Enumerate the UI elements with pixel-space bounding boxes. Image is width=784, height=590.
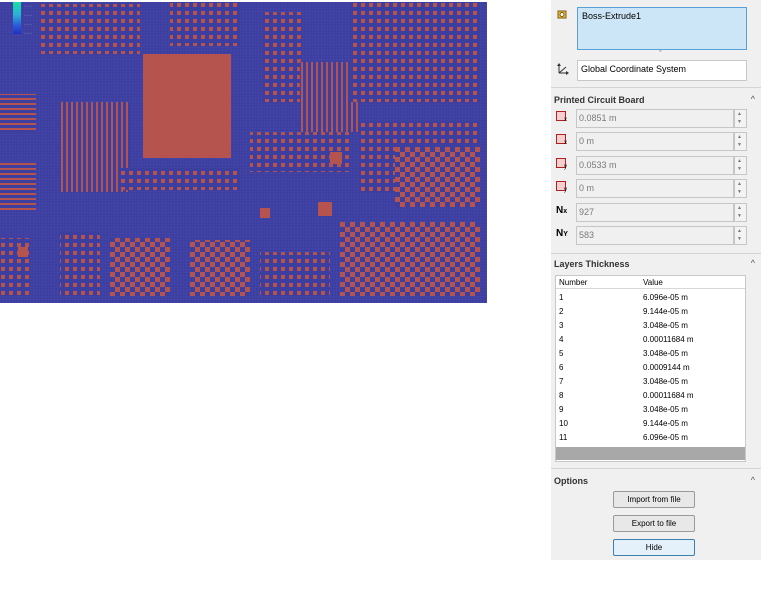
table-row[interactable]: 8 0.00011684 m xyxy=(556,389,745,403)
pcb-field-view[interactable]: ····· ····· ····· ····· xyxy=(0,2,487,303)
pcb-section-title: Printed Circuit Board xyxy=(554,95,645,105)
table-footer-bar xyxy=(556,447,745,460)
length-x-field[interactable]: 0.0851 m xyxy=(576,109,734,128)
collapse-pcb-section-icon[interactable]: ^ xyxy=(751,94,755,104)
length-y-icon: y xyxy=(555,157,567,170)
section-divider xyxy=(551,253,761,254)
layer-thickness: 9.144e-05 m xyxy=(643,419,688,428)
table-row[interactable]: 11 6.096e-05 m xyxy=(556,431,745,445)
export-to-file-button[interactable]: Export to file xyxy=(613,515,695,532)
layer-number: 7 xyxy=(559,377,564,386)
table-row[interactable]: 7 3.048e-05 m xyxy=(556,375,745,389)
nx-spinner[interactable]: ▲ ▼ xyxy=(734,203,747,222)
legend-label: ····· xyxy=(24,31,33,37)
length-y-value: 0.0533 m xyxy=(579,160,617,170)
ny-field[interactable]: 583 xyxy=(576,226,734,245)
layer-thickness: 6.096e-05 m xyxy=(643,293,688,302)
offset-x-spinner[interactable]: ▲ ▼ xyxy=(734,132,747,151)
hide-button[interactable]: Hide xyxy=(613,539,695,556)
collapse-layers-section-icon[interactable]: ^ xyxy=(751,258,755,268)
layer-thickness: 3.048e-05 m xyxy=(643,321,688,330)
table-row[interactable]: 4 0.00011684 m xyxy=(556,333,745,347)
table-row[interactable]: 2 9.144e-05 m xyxy=(556,305,745,319)
layer-number: 3 xyxy=(559,321,564,330)
offset-y-spinner[interactable]: ▲ ▼ xyxy=(734,179,747,198)
layer-thickness: 3.048e-05 m xyxy=(643,349,688,358)
offset-y-value: 0 m xyxy=(579,183,595,193)
coordinate-system-value: Global Coordinate System xyxy=(581,64,687,74)
section-divider xyxy=(551,468,761,469)
nx-label: Nx xyxy=(556,205,568,216)
length-y-field[interactable]: 0.0533 m xyxy=(576,156,734,175)
table-header: Number Value xyxy=(556,276,745,289)
layer-number: 6 xyxy=(559,363,564,372)
layer-thickness: 3.048e-05 m xyxy=(643,405,688,414)
layer-thickness: 9.144e-05 m xyxy=(643,307,688,316)
offset-x-icon: x xyxy=(555,133,567,146)
color-legend-bar xyxy=(13,2,21,34)
length-y-spinner[interactable]: ▲ ▼ xyxy=(734,156,747,175)
layer-number: 2 xyxy=(559,307,564,316)
selection-box[interactable]: Boss-Extrude1 xyxy=(577,7,747,50)
options-section-title: Options xyxy=(554,476,588,486)
layer-number: 11 xyxy=(559,433,568,442)
layer-number: 8 xyxy=(559,391,564,400)
table-row[interactable]: 10 9.144e-05 m xyxy=(556,417,745,431)
selected-feature: Boss-Extrude1 xyxy=(582,11,642,21)
layer-number: 4 xyxy=(559,335,564,344)
offset-x-value: 0 m xyxy=(579,136,595,146)
offset-x-field[interactable]: 0 m xyxy=(576,132,734,151)
length-x-spinner[interactable]: ▲ ▼ xyxy=(734,109,747,128)
nx-field[interactable]: 927 xyxy=(576,203,734,222)
layer-number: 1 xyxy=(559,293,564,302)
coordinate-system-field[interactable]: Global Coordinate System xyxy=(577,60,747,81)
layer-thickness: 0.00011684 m xyxy=(643,391,694,400)
layer-number: 9 xyxy=(559,405,564,414)
table-row[interactable]: 6 0.0009144 m xyxy=(556,361,745,375)
layers-table[interactable]: Number Value 1 6.096e-05 m 2 9.144e-05 m 3… xyxy=(555,275,746,462)
resize-handle[interactable]: ◦ xyxy=(659,48,661,55)
layer-thickness: 3.048e-05 m xyxy=(643,377,688,386)
ny-spinner[interactable]: ▲ ▼ xyxy=(734,226,747,245)
feature-icon xyxy=(556,8,569,24)
legend-label: ····· xyxy=(24,4,33,10)
column-header-number[interactable]: Number xyxy=(559,278,587,287)
layers-section-title: Layers Thickness xyxy=(554,259,630,269)
layer-thickness: 0.0009144 m xyxy=(643,363,690,372)
nx-value: 927 xyxy=(579,207,595,217)
layer-number: 5 xyxy=(559,349,564,358)
table-row[interactable]: 3 3.048e-05 m xyxy=(556,319,745,333)
table-row[interactable]: 1 6.096e-05 m xyxy=(556,291,745,305)
length-x-value: 0.0851 m xyxy=(579,113,617,123)
collapse-options-section-icon[interactable]: ^ xyxy=(751,475,755,485)
layer-thickness: 6.096e-05 m xyxy=(643,433,688,442)
layer-thickness: 0.00011684 m xyxy=(643,335,694,344)
layer-number: 10 xyxy=(559,419,568,428)
table-row[interactable]: 9 3.048e-05 m xyxy=(556,403,745,417)
legend-label: ····· xyxy=(24,13,33,19)
length-x-icon: x xyxy=(555,110,567,123)
import-from-file-button[interactable]: Import from file xyxy=(613,491,695,508)
legend-label: ····· xyxy=(24,22,33,28)
offset-y-icon: y xyxy=(555,180,567,193)
property-panel: Boss-Extrude1 ◦ Global Coordinate System… xyxy=(551,0,761,560)
table-row[interactable]: 5 3.048e-05 m xyxy=(556,347,745,361)
column-header-value[interactable]: Value xyxy=(643,278,663,287)
offset-y-field[interactable]: 0 m xyxy=(576,179,734,198)
ny-value: 583 xyxy=(579,230,595,240)
ny-label: NY xyxy=(556,228,568,239)
pcb-field-plot xyxy=(0,2,487,303)
section-divider xyxy=(551,87,761,88)
coordinate-axes-icon xyxy=(556,61,570,78)
